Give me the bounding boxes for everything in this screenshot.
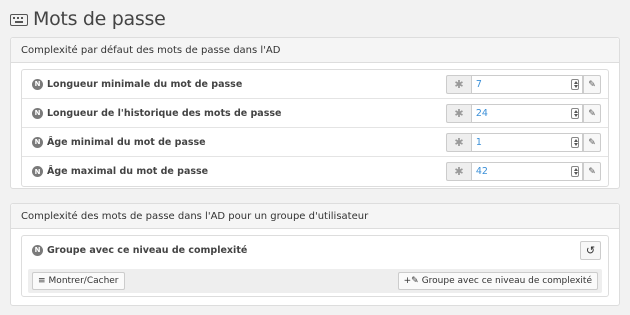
- edit-button[interactable]: ✎: [583, 75, 601, 94]
- panel-heading: Complexité des mots de passe dans l'AD p…: [11, 204, 619, 229]
- setting-label: Âge minimal du mot de passe: [47, 136, 206, 148]
- setting-label: Âge maximal du mot de passe: [47, 166, 209, 177]
- spinner-icon[interactable]: [571, 108, 580, 119]
- add-group-label: Groupe avec ce niveau de complexité: [421, 276, 592, 286]
- keyboard-icon: [10, 14, 28, 26]
- edit-button[interactable]: ✎: [583, 133, 601, 152]
- edit-icon: ✎: [588, 108, 596, 119]
- show-hide-label: Montrer/Cacher: [48, 276, 119, 286]
- number-field-group: ✱ 1 ✎: [446, 133, 601, 152]
- page-title-text: Mots de passe: [33, 8, 166, 30]
- required-icon: ✱: [446, 104, 471, 123]
- input-value: 24: [475, 108, 488, 119]
- default-complexity-panel: Complexité par défaut des mots de passe …: [10, 37, 620, 189]
- show-hide-button[interactable]: ≡ Montrer/Cacher: [32, 272, 125, 290]
- setting-label: Longueur de l'historique des mots de pas…: [47, 107, 282, 119]
- n-badge-icon: N: [32, 244, 43, 256]
- required-icon: ✱: [446, 75, 471, 94]
- edit-icon: ✎: [588, 166, 596, 177]
- list-icon: ≡: [38, 276, 46, 286]
- number-field-group: ✱ 24 ✎: [446, 104, 601, 123]
- panel-heading: Complexité par défaut des mots de passe …: [11, 38, 619, 63]
- setting-label: Longueur minimale du mot de passe: [47, 78, 243, 90]
- edit-icon: ✎: [588, 79, 596, 90]
- number-field-group: ✱ 7 ✎: [446, 75, 601, 94]
- min-age-input[interactable]: 1: [470, 133, 584, 152]
- group-label: Groupe avec ce niveau de complexité: [47, 244, 248, 256]
- number-field-group: ✱ 42 ✎: [446, 162, 601, 181]
- n-badge-icon: N: [32, 166, 43, 177]
- spinner-icon[interactable]: [571, 166, 580, 177]
- add-tag-icon: +✎: [403, 276, 419, 286]
- setting-row-min-age: N Âge minimal du mot de passe ✱ 1 ✎: [22, 128, 608, 157]
- group-row: N Groupe avec ce niveau de complexité ↺: [22, 236, 608, 264]
- undo-icon: ↺: [585, 244, 596, 257]
- setting-row-min-length: N Longueur minimale du mot de passe ✱ 7 …: [22, 70, 608, 99]
- min-length-input[interactable]: 7: [470, 75, 584, 94]
- page-title: Mots de passe: [10, 8, 166, 30]
- input-value: 7: [475, 79, 482, 90]
- spinner-icon[interactable]: [571, 79, 580, 90]
- setting-row-max-age: N Âge maximal du mot de passe ✱ 42 ✎: [22, 157, 608, 186]
- required-icon: ✱: [446, 133, 471, 152]
- input-value: 42: [475, 166, 488, 177]
- spinner-icon[interactable]: [571, 137, 580, 148]
- setting-row-history-length: N Longueur de l'historique des mots de p…: [22, 99, 608, 128]
- input-value: 1: [475, 137, 482, 148]
- group-list: N Groupe avec ce niveau de complexité ↺ …: [21, 235, 609, 297]
- history-length-input[interactable]: 24: [470, 104, 584, 123]
- edit-button[interactable]: ✎: [583, 162, 601, 181]
- group-toolbar: ≡ Montrer/Cacher +✎ Groupe avec ce nivea…: [28, 269, 602, 293]
- max-age-input[interactable]: 42: [470, 162, 584, 181]
- group-complexity-panel: Complexité des mots de passe dans l'AD p…: [10, 203, 620, 306]
- n-badge-icon: N: [32, 136, 43, 148]
- required-icon: ✱: [446, 162, 471, 181]
- edit-button[interactable]: ✎: [583, 104, 601, 123]
- reset-button[interactable]: ↺: [580, 241, 601, 260]
- add-group-button[interactable]: +✎ Groupe avec ce niveau de complexité: [397, 272, 598, 290]
- edit-icon: ✎: [588, 137, 596, 148]
- n-badge-icon: N: [32, 107, 43, 119]
- n-badge-icon: N: [32, 78, 43, 90]
- settings-list: N Longueur minimale du mot de passe ✱ 7 …: [21, 69, 609, 187]
